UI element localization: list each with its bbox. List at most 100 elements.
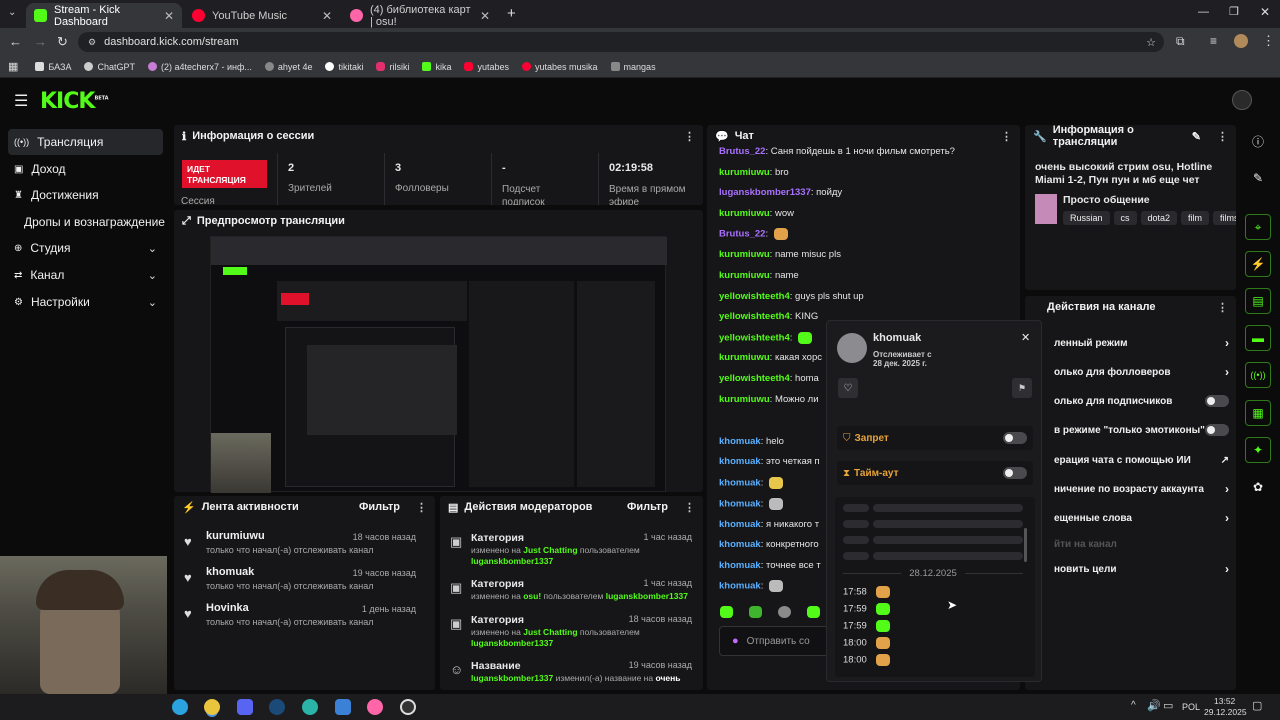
activity-user[interactable]: khomuak xyxy=(206,566,254,578)
tag-chip[interactable]: film xyxy=(1181,211,1210,225)
chat-bubble-icon[interactable]: ▬ xyxy=(1245,325,1271,351)
edge-icon[interactable] xyxy=(302,699,318,715)
category-name[interactable]: Просто общение xyxy=(1063,194,1150,206)
chrome-icon[interactable] xyxy=(204,699,220,715)
apps-grid-icon[interactable]: ▦ xyxy=(8,60,18,73)
tag-chip[interactable]: cs xyxy=(1113,211,1137,225)
close-icon[interactable]: ✕ xyxy=(1021,331,1030,344)
chat-username[interactable]: kurumiuwu xyxy=(719,208,770,219)
chat-username[interactable]: khomuak xyxy=(719,456,761,467)
account-age-row[interactable]: ничение по возрасту аккаунта › xyxy=(1054,482,1229,496)
chat-input[interactable]: ● Отправить со xyxy=(719,626,829,656)
activity-user[interactable]: kurumiuwu xyxy=(206,530,265,542)
banned-words-row[interactable]: ещенные слова › xyxy=(1054,511,1229,525)
profile-avatar[interactable] xyxy=(1234,34,1248,48)
emote-icon[interactable] xyxy=(749,606,762,618)
shapes-icon[interactable]: ✿ xyxy=(1245,474,1271,500)
emote-icon[interactable] xyxy=(807,606,820,618)
filter-button[interactable]: Фильтр xyxy=(627,501,668,513)
bookmark-star-icon[interactable]: ☆ xyxy=(1146,36,1156,49)
hamburger-menu-icon[interactable]: ☰ xyxy=(14,91,28,111)
followers-only-row[interactable]: олько для фолловеров › xyxy=(1054,365,1229,379)
steam-icon[interactable] xyxy=(269,699,285,715)
store-icon[interactable] xyxy=(335,699,351,715)
sidebar-item-studio[interactable]: ⊕ Студия ⌄ xyxy=(8,235,163,261)
more-options-icon[interactable]: ⋮ xyxy=(684,501,695,514)
tray-chevron-icon[interactable]: ^ xyxy=(1131,700,1136,711)
chat-username[interactable]: khomuak xyxy=(719,499,761,510)
reload-icon[interactable]: ↻ xyxy=(57,34,68,50)
close-tab-icon[interactable]: ✕ xyxy=(164,9,174,23)
follow-heart-button[interactable]: ♡ xyxy=(838,378,858,398)
new-tab-icon[interactable]: + xyxy=(507,5,516,22)
url-field[interactable]: ⚙ dashboard.kick.com/stream ☆ xyxy=(78,32,1164,52)
tag-chip[interactable]: Russian xyxy=(1063,211,1110,225)
tab-kick-dashboard[interactable]: Stream - Kick Dashboard ✕ xyxy=(26,3,182,28)
more-options-icon[interactable]: ⋮ xyxy=(416,501,427,514)
sidebar-item-income[interactable]: ▣ Доход xyxy=(8,156,163,182)
broadcast-icon[interactable]: ((•)) xyxy=(1245,362,1271,388)
emote-icon[interactable] xyxy=(778,606,791,618)
history-scrollbar[interactable] xyxy=(1024,528,1027,562)
osu-icon[interactable] xyxy=(367,699,383,715)
chat-username[interactable]: yellowishteeth4 xyxy=(719,373,790,384)
extensions-icon[interactable]: ⧉ xyxy=(1176,34,1185,49)
mod-action-button[interactable]: ⚑ xyxy=(1012,378,1032,398)
bookmark-item[interactable]: yutabes musika xyxy=(522,62,598,72)
tab-youtube-music[interactable]: YouTube Music ✕ xyxy=(184,3,340,28)
desc-user[interactable]: luganskbomber1337 xyxy=(471,556,553,566)
kick-logo[interactable]: KICKBETA xyxy=(40,89,109,114)
tab-list-chevron-icon[interactable]: ⌄ xyxy=(8,7,16,18)
bookmark-item[interactable]: tikitaki xyxy=(325,62,363,72)
sidebar-item-channel[interactable]: ⇄ Канал ⌄ xyxy=(8,262,163,288)
chat-username[interactable]: yellowishteeth4 xyxy=(719,311,790,322)
tab-osu[interactable]: (4) библиотека карт | osu! ✕ xyxy=(342,3,498,28)
desc-user[interactable]: luganskbomber1337 xyxy=(471,638,553,648)
chat-username[interactable]: yellowishteeth4 xyxy=(719,333,790,344)
info-icon[interactable]: ⓘ xyxy=(1245,128,1271,154)
activity-user[interactable]: Hovinka xyxy=(206,602,249,614)
more-options-icon[interactable]: ⋮ xyxy=(1217,301,1228,314)
emote-only-toggle[interactable] xyxy=(1205,424,1229,436)
chat-username[interactable]: kurumiuwu xyxy=(719,394,770,405)
clock-date[interactable]: 29.12.2025 xyxy=(1204,707,1247,717)
sidebar-item-broadcast[interactable]: ((•)) Трансляция xyxy=(8,129,163,155)
subscribers-only-toggle[interactable] xyxy=(1205,395,1229,407)
close-tab-icon[interactable]: ✕ xyxy=(480,9,490,23)
site-info-icon[interactable]: ⚙ xyxy=(88,37,96,48)
chat-username[interactable]: kurumiuwu xyxy=(719,352,770,363)
stream-preview-video[interactable] xyxy=(210,236,667,493)
input-lang[interactable]: POL xyxy=(1182,702,1200,712)
sidebar-item-settings[interactable]: ⚙ Настройки ⌄ xyxy=(8,289,163,315)
telegram-icon[interactable] xyxy=(172,699,188,715)
tag-chip[interactable]: dota2 xyxy=(1140,211,1178,225)
more-options-icon[interactable]: ⋮ xyxy=(1001,130,1012,143)
chat-username[interactable]: kurumiuwu xyxy=(719,167,770,178)
minimize-icon[interactable]: — xyxy=(1198,6,1209,18)
emote-icon[interactable] xyxy=(720,606,733,618)
tag-chip[interactable]: films xyxy=(1213,211,1236,225)
ai-moderation-row[interactable]: ерация чата с помощью ИИ ↗ xyxy=(1054,453,1229,467)
chat-username[interactable]: kurumiuwu xyxy=(719,249,770,260)
microphone-icon[interactable]: ● xyxy=(732,635,739,647)
update-goals-row[interactable]: новить цели › xyxy=(1054,562,1229,576)
more-options-icon[interactable]: ⋮ xyxy=(1217,130,1228,143)
layers-icon[interactable]: ▦ xyxy=(1245,400,1271,426)
bookmark-item[interactable]: ahyet 4e xyxy=(264,62,312,72)
raid-row[interactable]: йти на канал xyxy=(1054,537,1229,551)
sidebar-item-achievements[interactable]: ♜ Достижения xyxy=(8,182,163,208)
filter-button[interactable]: Фильтр xyxy=(359,501,400,513)
desc-user[interactable]: luganskbomber1337 xyxy=(606,591,688,601)
volume-icon[interactable]: 🔊 xyxy=(1147,699,1161,712)
chat-username[interactable]: Brutus_22 xyxy=(719,146,765,157)
target-icon[interactable]: ⌖ xyxy=(1245,214,1271,240)
slow-mode-row[interactable]: ленный режим › xyxy=(1054,336,1229,350)
close-window-icon[interactable]: ✕ xyxy=(1260,5,1270,19)
sidebar-item-drops[interactable]: Дропы и вознаграждение xyxy=(8,209,168,235)
user-card-username[interactable]: khomuak xyxy=(873,332,921,344)
chat-username[interactable]: khomuak xyxy=(719,519,761,530)
chat-username[interactable]: khomuak xyxy=(719,436,761,447)
timeout-toggle[interactable] xyxy=(1003,467,1027,479)
bookmark-item[interactable]: ChatGPT xyxy=(84,62,135,72)
edit-pencil-icon[interactable]: ✎ xyxy=(1192,130,1201,143)
